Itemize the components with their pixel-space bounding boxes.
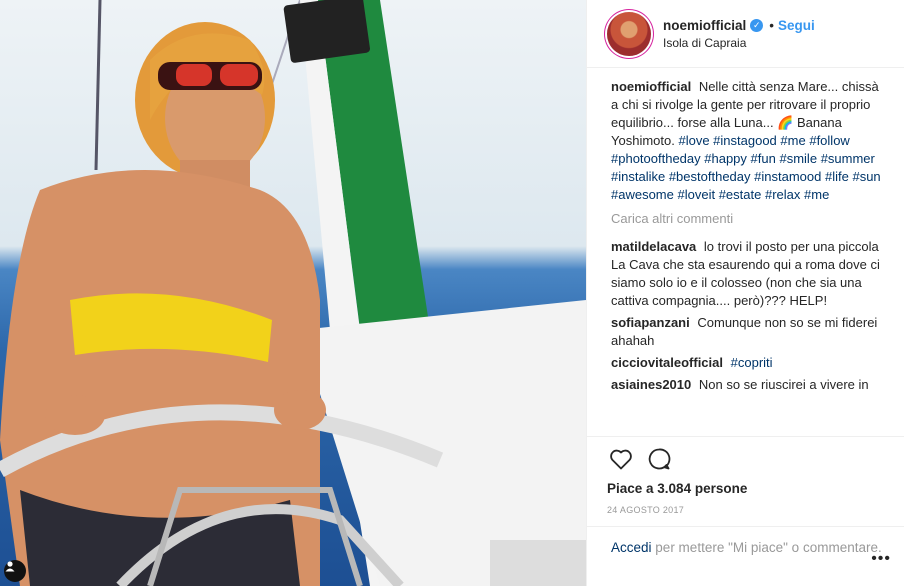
hashtag-link[interactable]: #sun	[852, 169, 880, 184]
post-header: noemiofficial ✓ • Segui Isola di Capraia	[587, 0, 904, 68]
hashtag-link[interactable]: #follow	[809, 133, 849, 148]
hashtag-link[interactable]: #fun	[751, 151, 776, 166]
username-link[interactable]: noemiofficial	[663, 18, 746, 33]
hashtag-link[interactable]: #me	[804, 187, 829, 202]
post-date: 24 AGOSTO 2017	[607, 505, 685, 515]
hashtag-link[interactable]: #instagood	[713, 133, 777, 148]
login-prompt: Accedi per mettere "Mi piace" o commenta…	[587, 526, 904, 586]
hashtag-link[interactable]: #loveit	[678, 187, 716, 202]
user-tag-icon[interactable]	[4, 560, 26, 582]
list-item: cicciovitaleofficial #copriti	[611, 354, 883, 372]
hashtag-link[interactable]: #instalike	[611, 169, 665, 184]
hashtag-link[interactable]: #bestoftheday	[669, 169, 751, 184]
caption-username[interactable]: noemiofficial	[611, 79, 691, 94]
location-link[interactable]: Isola di Capraia	[663, 36, 815, 50]
login-text: per mettere "Mi piace" o commentare.	[655, 540, 882, 555]
comment-username[interactable]: cicciovitaleofficial	[611, 355, 723, 370]
hashtag-link[interactable]: #happy	[704, 151, 747, 166]
post-photo[interactable]	[0, 0, 586, 586]
comment-bubble-icon[interactable]	[645, 445, 673, 473]
list-item: asiaines2010 Non so se riuscirei a viver…	[611, 376, 883, 394]
post-sidebar: noemiofficial ✓ • Segui Isola di Capraia…	[586, 0, 904, 586]
header-row: noemiofficial ✓ • Segui	[663, 18, 815, 33]
follow-button[interactable]: Segui	[778, 18, 815, 33]
hashtag-link[interactable]: #me	[780, 133, 805, 148]
comment-username[interactable]: sofiapanzani	[611, 315, 690, 330]
comments-list[interactable]: noemiofficial Nelle città senza Mare... …	[587, 68, 904, 436]
hashtag-link[interactable]: #summer	[821, 151, 875, 166]
photo-illustration	[0, 0, 586, 586]
hashtag-link[interactable]: #love	[678, 133, 709, 148]
hashtag-link[interactable]: #awesome	[611, 187, 674, 202]
header-text: noemiofficial ✓ • Segui Isola di Capraia	[663, 18, 815, 50]
caption: noemiofficial Nelle città senza Mare... …	[611, 78, 883, 204]
login-link[interactable]: Accedi	[611, 540, 652, 555]
verified-badge-icon: ✓	[750, 18, 764, 32]
likes-count[interactable]: Piace a 3.084 persone	[607, 481, 883, 496]
more-options-button[interactable]: •••	[871, 549, 891, 568]
list-item: sofiapanzani Comunque non so se mi fider…	[611, 314, 883, 350]
hashtag-link[interactable]: #instamood	[754, 169, 821, 184]
list-item: matildelacava lo trovi il posto per una …	[611, 238, 883, 310]
comment-text: Non so se riuscirei a vivere in	[698, 377, 869, 392]
comment-username[interactable]: matildelacava	[611, 239, 696, 254]
comment-username[interactable]: asiaines2010	[611, 377, 691, 392]
hashtag-link[interactable]: #life	[825, 169, 849, 184]
post-actions: Piace a 3.084 persone 24 AGOSTO 2017	[587, 436, 904, 515]
hashtag-link[interactable]: #smile	[779, 151, 817, 166]
hashtag-link[interactable]: #photooftheday	[611, 151, 701, 166]
heart-icon[interactable]	[607, 445, 635, 473]
hashtag-link[interactable]: #relax	[765, 187, 800, 202]
instagram-post: noemiofficial ✓ • Segui Isola di Capraia…	[0, 0, 904, 586]
action-icons	[607, 441, 883, 477]
separator-dot: •	[769, 17, 774, 33]
comment-hashtag[interactable]: #copriti	[731, 355, 773, 370]
load-more-comments-button[interactable]: Carica altri commenti	[611, 210, 883, 228]
avatar[interactable]	[607, 11, 651, 56]
hashtag-link[interactable]: #estate	[719, 187, 762, 202]
